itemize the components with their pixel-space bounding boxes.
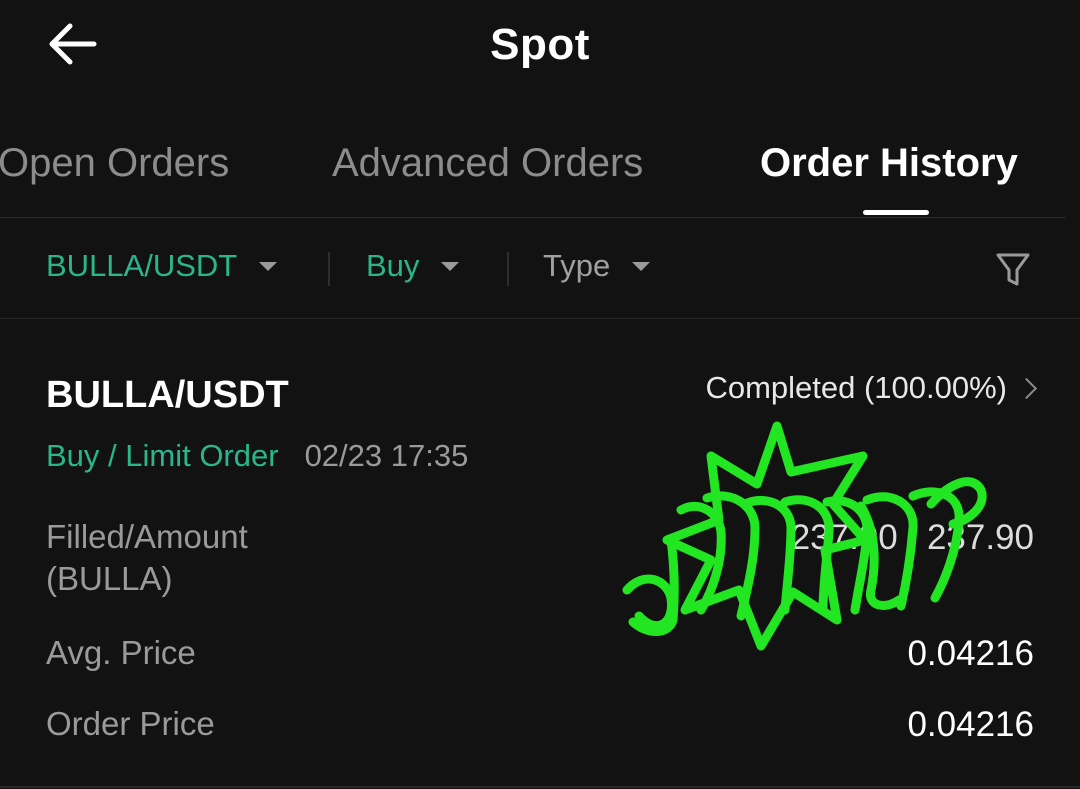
caret-down-icon — [259, 261, 278, 271]
filter-bar: BULLA/USDT Buy Type — [0, 240, 1080, 304]
order-tabs: Open Orders Advanced Orders Order Histor… — [0, 136, 1080, 218]
order-price-value: 0.04216 — [907, 705, 1034, 744]
spot-order-history-screen: Spot Open Orders Advanced Orders Order H… — [0, 0, 1080, 789]
filter-button[interactable] — [994, 250, 1032, 290]
caret-down-icon — [441, 261, 460, 271]
tab-open-orders[interactable]: Open Orders — [0, 141, 229, 186]
filter-separator — [328, 252, 330, 286]
filter-divider — [0, 318, 1080, 319]
pair-filter-dropdown[interactable]: BULLA/USDT — [46, 248, 278, 284]
order-status: Completed (100.00%) — [705, 370, 1007, 405]
order-side-type: Buy / Limit Order — [46, 438, 279, 473]
caret-down-icon — [632, 261, 651, 271]
pair-filter-label: BULLA/USDT — [46, 248, 238, 283]
active-tab-indicator — [863, 210, 929, 215]
filled-amount-value: 237.90 / 237.90 — [790, 518, 1034, 557]
funnel-icon — [996, 253, 1030, 286]
order-status-link[interactable]: Completed (100.00%) — [705, 370, 1038, 406]
side-filter-dropdown[interactable]: Buy — [366, 248, 460, 284]
bottom-divider — [0, 786, 1080, 788]
chevron-right-icon — [1015, 377, 1038, 399]
order-price-label: Order Price — [46, 705, 215, 742]
tabs-divider — [0, 217, 1066, 218]
avg-price-value: 0.04216 — [907, 634, 1034, 673]
tab-order-history[interactable]: Order History — [760, 141, 1018, 186]
tab-advanced-orders[interactable]: Advanced Orders — [332, 141, 643, 186]
type-filter-label: Type — [543, 248, 611, 283]
filter-separator — [507, 252, 509, 286]
order-pair: BULLA/USDT — [46, 374, 289, 416]
filled-amount-label: Filled/Amount (BULLA) — [46, 518, 248, 597]
order-meta: Buy / Limit Order 02/23 17:35 — [46, 438, 468, 474]
avg-price-label: Avg. Price — [46, 634, 196, 671]
type-filter-dropdown[interactable]: Type — [543, 248, 651, 284]
order-time: 02/23 17:35 — [304, 438, 469, 473]
side-filter-label: Buy — [366, 248, 420, 283]
page-title: Spot — [490, 20, 590, 69]
